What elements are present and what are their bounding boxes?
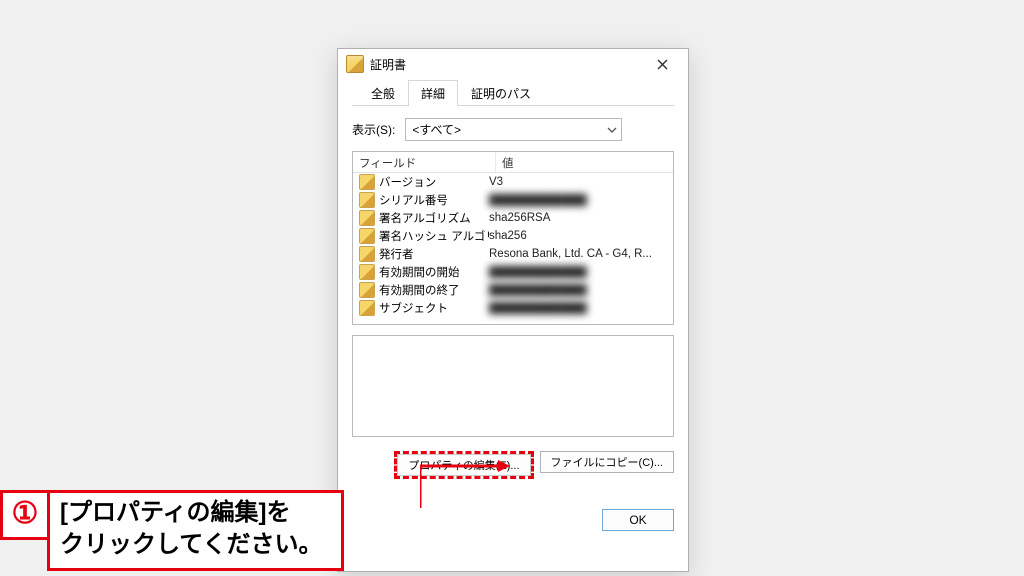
show-combo[interactable]: <すべて> [405, 118, 622, 141]
dialog-title: 証明書 [370, 56, 642, 73]
table-row[interactable]: シリアル番号████████████ [353, 191, 673, 209]
field-name: 発行者 [379, 246, 489, 262]
chevron-down-icon [607, 125, 617, 135]
field-value: sha256RSA [489, 212, 673, 224]
field-value: ████████████ [489, 266, 673, 278]
tab-strip: 全般 詳細 証明のパス [352, 79, 674, 106]
field-name: 有効期間の開始 [379, 264, 489, 280]
col-field[interactable]: フィールド [353, 152, 496, 172]
close-icon [657, 59, 668, 70]
step-text: [プロパティの編集]を クリックしてください。 [47, 490, 344, 571]
tab-general[interactable]: 全般 [358, 80, 408, 106]
field-name: 署名アルゴリズム [379, 210, 489, 226]
field-icon [359, 300, 375, 316]
ok-button[interactable]: OK [602, 509, 674, 531]
field-icon [359, 192, 375, 208]
field-icon [359, 174, 375, 190]
list-header: フィールド 値 [353, 152, 673, 173]
dialog-body: 表示(S): <すべて> フィールド 値 バージョンV3シリアル番号██████… [338, 106, 688, 531]
field-value: V3 [489, 176, 673, 188]
close-button[interactable] [642, 50, 682, 78]
list-rows: バージョンV3シリアル番号████████████署名アルゴリズムsha256R… [353, 173, 673, 324]
table-row[interactable]: 有効期間の開始████████████ [353, 263, 673, 281]
field-name: 有効期間の終了 [379, 282, 489, 298]
table-row[interactable]: 発行者Resona Bank, Ltd. CA - G4, R... [353, 245, 673, 263]
show-label: 表示(S): [352, 121, 395, 138]
fields-list[interactable]: フィールド 値 バージョンV3シリアル番号████████████署名アルゴリズ… [352, 151, 674, 325]
field-value: ████████████ [489, 302, 673, 314]
tab-details[interactable]: 詳細 [408, 80, 458, 106]
field-name: バージョン [379, 174, 489, 190]
copy-to-file-button[interactable]: ファイルにコピー(C)... [540, 451, 674, 473]
col-value[interactable]: 値 [496, 152, 673, 172]
certificate-icon [346, 55, 364, 73]
field-icon [359, 282, 375, 298]
field-name: サブジェクト [379, 300, 489, 316]
field-value: sha256 [489, 230, 673, 242]
instruction-callout: ① [プロパティの編集]を クリックしてください。 [0, 490, 344, 571]
show-combo-value: <すべて> [412, 121, 461, 138]
detail-panel[interactable] [352, 335, 674, 437]
certificate-dialog: 証明書 全般 詳細 証明のパス 表示(S): <すべて> フィールド 値 [337, 48, 689, 572]
step-badge: ① [0, 490, 47, 540]
field-value: ████████████ [489, 284, 673, 296]
edit-properties-button[interactable]: プロパティの編集(E)... [397, 454, 530, 476]
tab-certpath[interactable]: 証明のパス [458, 80, 544, 106]
field-icon [359, 246, 375, 262]
table-row[interactable]: 署名ハッシュ アルゴリズムsha256 [353, 227, 673, 245]
field-name: シリアル番号 [379, 192, 489, 208]
edit-props-highlight: プロパティの編集(E)... [394, 451, 533, 479]
field-name: 署名ハッシュ アルゴリズム [379, 228, 489, 244]
field-icon [359, 210, 375, 226]
field-value: ████████████ [489, 194, 673, 206]
table-row[interactable]: バージョンV3 [353, 173, 673, 191]
field-icon [359, 228, 375, 244]
table-row[interactable]: 署名アルゴリズムsha256RSA [353, 209, 673, 227]
table-row[interactable]: サブジェクト████████████ [353, 299, 673, 317]
table-row[interactable]: 有効期間の終了████████████ [353, 281, 673, 299]
button-row: プロパティの編集(E)... ファイルにコピー(C)... [352, 451, 674, 479]
field-icon [359, 264, 375, 280]
field-value: Resona Bank, Ltd. CA - G4, R... [489, 248, 673, 260]
titlebar[interactable]: 証明書 [338, 49, 688, 79]
